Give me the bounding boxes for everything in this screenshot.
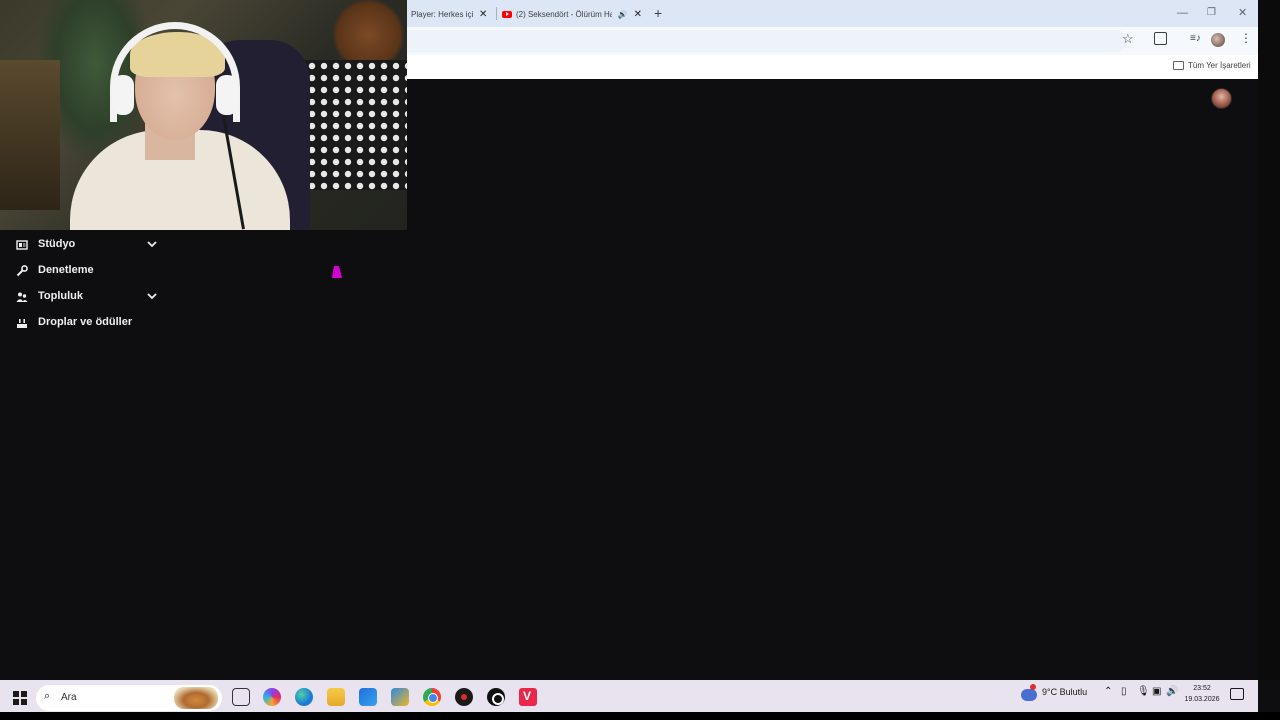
sidebar-item-label: Topluluk (38, 290, 84, 302)
sidebar-item-drops[interactable]: Droplar ve ödüller (0, 310, 170, 336)
tab-title: Player: Herkes için (411, 9, 473, 19)
chrome-icon[interactable] (423, 688, 441, 714)
all-bookmarks-link[interactable]: Tüm Yer İşaretleri (1188, 61, 1251, 70)
weather-alert-badge (1030, 684, 1036, 690)
edge-browser-icon[interactable] (295, 688, 313, 706)
chevron-down-icon[interactable] (146, 290, 158, 302)
obs-studio-icon[interactable] (487, 688, 505, 714)
wrench-icon (16, 265, 28, 277)
screen: Player: Herkes için ✕ (2) Seksendört - Ö… (0, 0, 1280, 720)
folder-icon (1173, 61, 1184, 70)
background-poster (0, 60, 60, 210)
search-icon: ⌕ (44, 690, 51, 702)
task-view-icon[interactable] (232, 688, 250, 706)
screen-bottom-edge (0, 712, 1280, 720)
clock-time: 23:52 (1193, 685, 1211, 692)
sidebar-item-moderation[interactable]: Denetleme (0, 258, 170, 284)
outlook-icon[interactable] (359, 688, 377, 706)
tab-title: (2) Seksendört - Ölürüm Hasretinle (515, 9, 612, 19)
windows-start-icon[interactable] (13, 691, 27, 705)
community-icon (16, 291, 28, 303)
drops-icon (16, 317, 28, 329)
browser-tab[interactable]: (2) Seksendört - Ölürüm Hasretinle 🔊 ✕ (502, 3, 642, 25)
notification-center-icon[interactable] (1230, 688, 1244, 700)
chevron-down-icon[interactable] (146, 238, 158, 250)
microsoft-store-icon[interactable] (391, 688, 409, 706)
vivaldi-icon[interactable] (519, 688, 537, 714)
browser-menu-icon[interactable]: ⋮ (1240, 31, 1252, 45)
new-tab-icon[interactable]: + (654, 4, 662, 22)
browser-tab[interactable]: Player: Herkes için ✕ (411, 3, 491, 25)
chevron-up-icon[interactable]: ⌃ (1104, 686, 1112, 697)
sidebar-item-label: Denetleme (38, 264, 94, 276)
sidebar-item-studio[interactable]: Stüdyo (0, 232, 170, 258)
browser-window-chrome: Player: Herkes için ✕ (2) Seksendört - Ö… (407, 0, 1258, 79)
bookmarks-bar: Tüm Yer İşaretleri (407, 55, 1258, 79)
address-bar[interactable] (407, 30, 1127, 52)
file-explorer-icon[interactable] (327, 688, 345, 706)
obs-recording-icon[interactable] (455, 688, 473, 714)
headset-earcup-left (112, 75, 134, 115)
screen-edge-strip (1258, 0, 1280, 680)
weather-text[interactable]: 9°C Bulutlu (1042, 687, 1087, 697)
tab-separator (496, 7, 497, 20)
sidebar-item-label: Droplar ve ödüller (38, 316, 133, 328)
webcam-overlay (0, 0, 407, 230)
tab-audio-icon[interactable]: 🔊 (618, 10, 628, 19)
battery-icon[interactable]: ▯ (1121, 686, 1127, 697)
studio-icon (16, 239, 28, 251)
search-placeholder: Ara (61, 692, 77, 703)
sidebar-item-label: Stüdyo (38, 238, 76, 250)
youtube-icon (502, 10, 512, 18)
taskbar-search[interactable]: ⌕ Ara (36, 685, 222, 711)
weather-cloud-icon[interactable] (1021, 689, 1037, 701)
profile-avatar-icon[interactable] (1211, 33, 1225, 47)
close-tab-icon[interactable]: ✕ (634, 9, 642, 20)
mouse-cursor-icon (331, 266, 345, 278)
close-tab-icon[interactable]: ✕ (479, 9, 487, 20)
minimize-icon[interactable]: — (1177, 4, 1188, 22)
clock-date: 19.03.2026 (1184, 696, 1220, 703)
media-controls-icon[interactable]: ≡♪ (1190, 33, 1201, 44)
extensions-icon[interactable] (1154, 32, 1167, 45)
tab-strip: Player: Herkes için ✕ (2) Seksendört - Ö… (407, 0, 1258, 27)
search-highlight-image (174, 687, 218, 709)
system-clock[interactable]: 23:52 19.03.2026 (1182, 683, 1222, 705)
restore-icon[interactable]: ❐ (1207, 4, 1216, 22)
user-avatar[interactable] (1211, 88, 1232, 109)
volume-icon[interactable]: 🔊 (1166, 686, 1178, 697)
bookmark-star-icon[interactable]: ☆ (1122, 31, 1134, 47)
creator-sidebar: Stüdyo Denetleme Topluluk Droplar ve ödü… (0, 232, 170, 336)
headset-earcup-right (216, 75, 238, 115)
browser-toolbar: ☆ ≡♪ ⋮ (407, 27, 1258, 55)
copilot-icon[interactable] (263, 688, 281, 706)
close-window-icon[interactable]: ✕ (1238, 4, 1247, 22)
sidebar-item-community[interactable]: Topluluk (0, 284, 170, 310)
microphone-icon[interactable]: 🎙 (1137, 686, 1150, 697)
network-icon[interactable]: ▣ (1152, 686, 1161, 697)
